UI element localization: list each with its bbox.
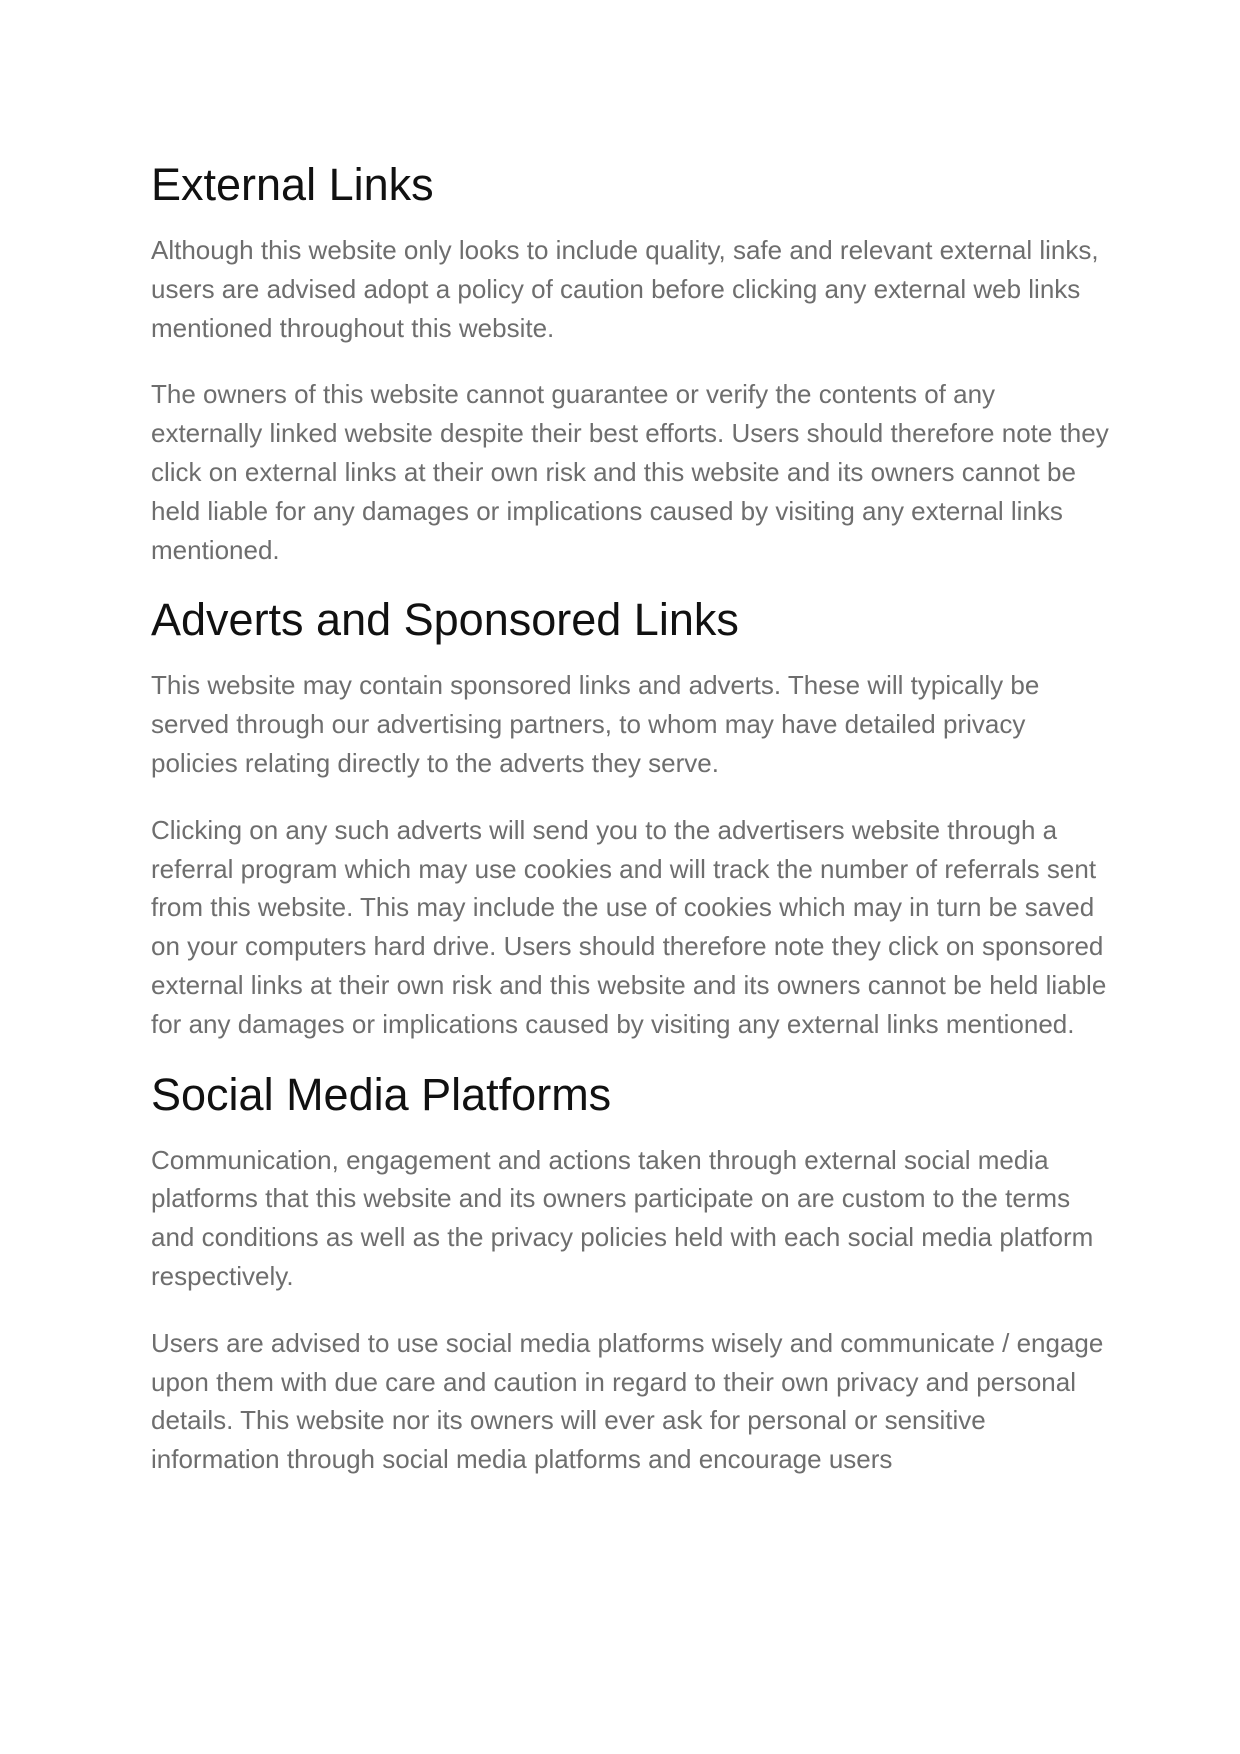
heading-external-links: External Links (151, 159, 434, 210)
external-links-paragraph-1: Although this website only looks to incl… (151, 235, 1099, 343)
external-links-paragraph-2: The owners of this website cannot guaran… (151, 379, 1109, 565)
adverts-paragraph-1: This website may contain sponsored links… (151, 670, 1040, 778)
adverts-paragraph-2: Clicking on any such adverts will send y… (151, 814, 1107, 1039)
document-page: External Links Although this website onl… (0, 0, 1240, 1754)
heading-social-media-platforms: Social Media Platforms (151, 1068, 612, 1120)
document-content: External Links Although this website onl… (151, 156, 1111, 1479)
social-media-paragraph-1: Communication, engagement and actions ta… (151, 1144, 1094, 1291)
social-media-paragraph-2: Users are advised to use social media pl… (151, 1327, 1104, 1475)
heading-adverts-sponsored-links: Adverts and Sponsored Links (151, 594, 739, 646)
